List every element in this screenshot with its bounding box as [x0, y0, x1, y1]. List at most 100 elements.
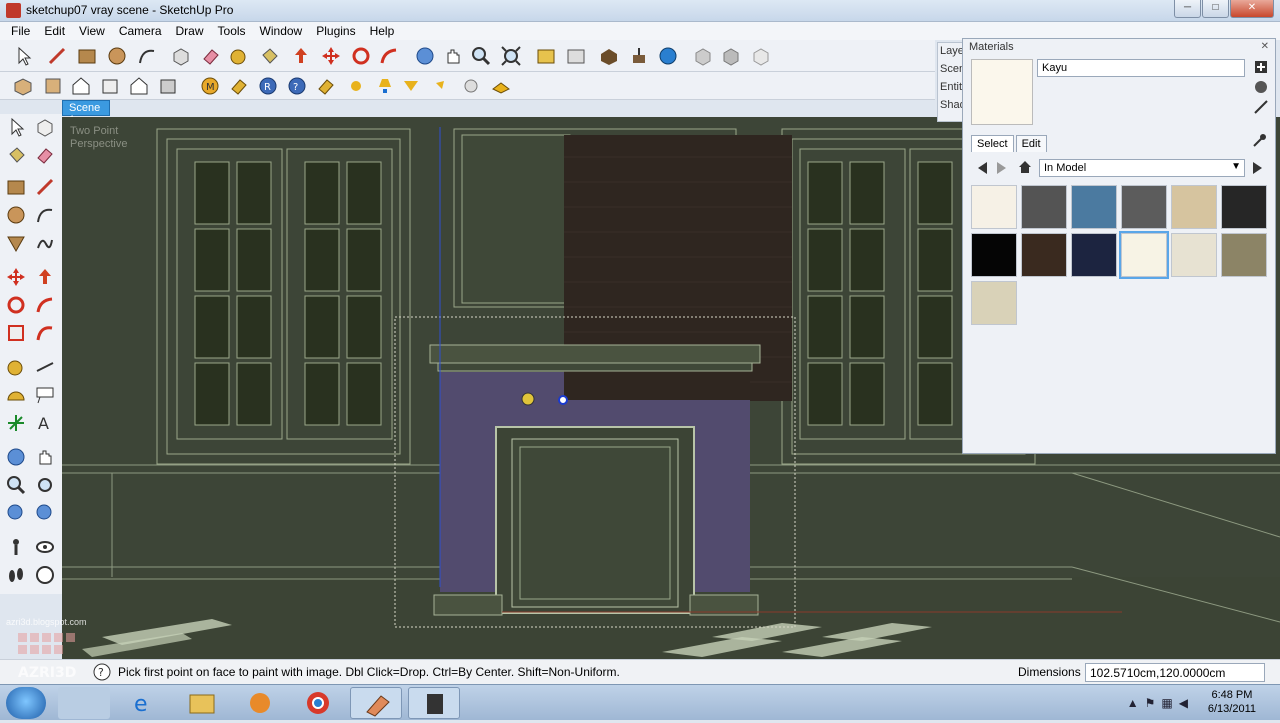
line-left-icon[interactable] — [34, 176, 56, 198]
3d-text-left-icon[interactable]: A — [34, 412, 56, 434]
spot-light-icon[interactable] — [374, 75, 396, 97]
default-material-icon[interactable] — [1253, 79, 1269, 95]
dimensions-input[interactable]: 102.5710cm,120.0000cm — [1085, 663, 1265, 682]
top-view-icon[interactable] — [42, 75, 64, 97]
section-plane-left-icon[interactable] — [34, 564, 56, 586]
menu-view[interactable]: View — [72, 22, 112, 40]
get-models-icon[interactable] — [598, 45, 620, 67]
start-button[interactable] — [6, 687, 46, 719]
previous-left-icon[interactable] — [34, 502, 56, 524]
paint-bucket-left-icon[interactable] — [5, 144, 27, 166]
look-around-left-icon[interactable] — [34, 536, 56, 558]
move-tool-icon[interactable] — [320, 45, 342, 67]
details-arrow-icon[interactable] — [1251, 160, 1265, 179]
follow-me-left-icon[interactable] — [34, 294, 56, 316]
chrome-icon[interactable] — [292, 687, 344, 719]
vray-help-icon[interactable]: ? — [286, 75, 308, 97]
material-swatch[interactable] — [1121, 185, 1167, 229]
share-model-icon[interactable] — [628, 45, 650, 67]
infinite-plane-icon[interactable] — [490, 75, 512, 97]
menu-window[interactable]: Window — [253, 22, 310, 40]
vray-frame-buffer-icon[interactable] — [315, 75, 337, 97]
zoom-left-icon[interactable] — [5, 474, 27, 496]
home-icon[interactable] — [1017, 159, 1033, 178]
menu-tools[interactable]: Tools — [211, 22, 253, 40]
back-view-icon[interactable] — [128, 75, 150, 97]
text-left-icon[interactable] — [34, 384, 56, 406]
menu-plugins[interactable]: Plugins — [309, 22, 362, 40]
push-pull-left-icon[interactable] — [34, 266, 56, 288]
sphere-light-icon[interactable] — [460, 75, 482, 97]
rectangle-left-icon[interactable] — [5, 176, 27, 198]
rectangle-tool-icon[interactable] — [76, 45, 98, 67]
material-swatch[interactable] — [1071, 185, 1117, 229]
menu-file[interactable]: File — [4, 22, 37, 40]
material-swatch[interactable] — [1071, 233, 1117, 277]
previous-view-icon[interactable] — [535, 45, 557, 67]
circle-tool-icon[interactable] — [106, 45, 128, 67]
material-swatch[interactable] — [971, 233, 1017, 277]
zoom-window-left-icon[interactable] — [34, 474, 56, 496]
taskbar-app-icon[interactable] — [58, 687, 110, 719]
menu-camera[interactable]: Camera — [112, 22, 169, 40]
menu-draw[interactable]: Draw — [169, 22, 211, 40]
material-swatch-selected[interactable] — [1119, 231, 1169, 279]
close-button[interactable]: ✕ — [1230, 0, 1274, 18]
minimize-button[interactable]: ─ — [1174, 0, 1201, 18]
zoom-tool-icon[interactable] — [470, 45, 492, 67]
action-center-icon[interactable]: ⚑ — [1145, 696, 1156, 710]
scale-left-icon[interactable] — [5, 322, 27, 344]
move-left-icon[interactable] — [5, 266, 27, 288]
create-material-icon[interactable] — [1253, 59, 1269, 75]
rotate-left-icon[interactable] — [5, 294, 27, 316]
select-tool-icon[interactable] — [12, 45, 34, 67]
material-swatch[interactable] — [1221, 185, 1267, 229]
scene-tab[interactable]: Scene 1 — [62, 100, 110, 126]
material-swatch[interactable] — [1221, 233, 1267, 277]
left-view-icon[interactable] — [157, 75, 179, 97]
next-view-icon[interactable] — [565, 45, 587, 67]
front-view-icon[interactable] — [70, 75, 92, 97]
internet-explorer-icon[interactable]: e — [118, 687, 170, 719]
right-view-icon[interactable] — [99, 75, 121, 97]
make-component-icon[interactable] — [170, 45, 192, 67]
google-earth-icon[interactable] — [657, 45, 679, 67]
iso-view-icon[interactable] — [12, 75, 34, 97]
arc-left-icon[interactable] — [34, 204, 56, 226]
shaded-style-icon[interactable] — [750, 45, 772, 67]
component-icon[interactable] — [34, 116, 56, 138]
material-swatch[interactable] — [971, 185, 1017, 229]
eraser-tool-icon[interactable] — [200, 45, 222, 67]
arc-tool-icon[interactable] — [136, 45, 158, 67]
materials-close-button[interactable]: ✕ — [1261, 41, 1269, 52]
material-swatch[interactable] — [1021, 185, 1067, 229]
material-swatch[interactable] — [1171, 185, 1217, 229]
forward-arrow-icon[interactable] — [995, 160, 1009, 179]
xray-style-icon[interactable] — [692, 45, 714, 67]
network-icon[interactable]: ▦ — [1161, 696, 1172, 710]
orbit-tool-icon[interactable] — [414, 45, 436, 67]
zoom-extents-icon[interactable] — [500, 45, 522, 67]
circle-left-icon[interactable] — [5, 204, 27, 226]
back-arrow-icon[interactable] — [975, 160, 989, 179]
tab-select[interactable]: Select — [971, 135, 1014, 152]
select-arrow-icon[interactable] — [5, 116, 27, 138]
vray-taskbar-icon[interactable] — [408, 687, 460, 719]
rotate-tool-icon[interactable] — [350, 45, 372, 67]
vray-options-icon[interactable] — [228, 75, 250, 97]
line-tool-icon[interactable] — [46, 45, 68, 67]
clock[interactable]: 6:48 PM 6/13/2011 — [1208, 688, 1256, 716]
eraser-left-icon[interactable] — [34, 144, 56, 166]
ies-light-icon[interactable] — [430, 75, 452, 97]
paint-bucket-icon[interactable] — [258, 45, 280, 67]
freehand-left-icon[interactable] — [34, 232, 56, 254]
material-swatch[interactable] — [1171, 233, 1217, 277]
walk-left-icon[interactable] — [5, 564, 27, 586]
tape-measure-left-icon[interactable] — [5, 356, 27, 378]
push-pull-icon[interactable] — [290, 45, 312, 67]
menu-edit[interactable]: Edit — [37, 22, 72, 40]
omni-light-icon[interactable] — [345, 75, 367, 97]
dimension-left-icon[interactable] — [34, 356, 56, 378]
tape-measure-icon[interactable] — [228, 45, 250, 67]
pan-tool-icon[interactable] — [442, 45, 464, 67]
